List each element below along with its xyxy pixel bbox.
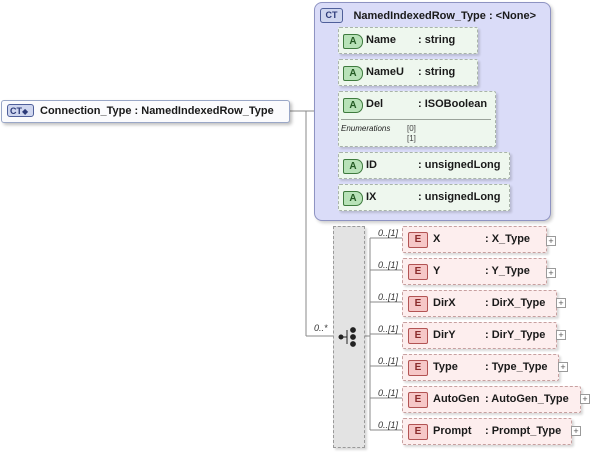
element-label: DirY (433, 329, 456, 341)
attribute-ix[interactable]: A IX : unsignedLong (338, 184, 510, 211)
element-occurrence: 0..[1] (378, 420, 399, 430)
attribute-name[interactable]: A Name : string (338, 27, 478, 54)
attribute-label: Name (366, 34, 396, 46)
element-type: : DirX_Type (485, 297, 546, 309)
element-prompt[interactable]: E Prompt : Prompt_Type (402, 418, 572, 445)
attribute-nameu[interactable]: A NameU : string (338, 59, 478, 86)
attribute-del[interactable]: A Del : ISOBoolean Enumerations [0] [1] (338, 91, 496, 147)
element-icon: E (408, 424, 428, 440)
element-type: : Type_Type (485, 361, 548, 373)
attribute-id[interactable]: A ID : unsignedLong (338, 152, 510, 179)
expand-icon[interactable]: + (546, 236, 556, 246)
element-occurrence: 0..[1] (378, 260, 399, 270)
element-label: AutoGen (433, 393, 480, 405)
element-occurrence: 0..[1] (378, 388, 399, 398)
enum-value: [1] (407, 134, 416, 143)
complex-type-icon: CT (320, 8, 343, 24)
element-icon: E (408, 392, 428, 408)
element-occurrence: 0..[1] (378, 324, 399, 334)
enum-value: [0] (407, 124, 416, 133)
element-type: : AutoGen_Type (485, 393, 569, 405)
element-icon: E (408, 360, 428, 376)
attribute-type: : string (418, 34, 456, 46)
type-header: CT NamedIndexedRow_Type : <None> (320, 7, 536, 25)
element-icon: E (408, 296, 428, 312)
element-label: Prompt (433, 425, 472, 437)
element-type: : Prompt_Type (485, 425, 562, 437)
element-y[interactable]: E Y : Y_Type (402, 258, 547, 285)
element-type[interactable]: E Type : Type_Type (402, 354, 559, 381)
attribute-label: Del (366, 98, 384, 110)
expand-icon[interactable]: + (558, 362, 568, 372)
attribute-label: IX (366, 191, 377, 203)
element-label: Type (433, 361, 458, 373)
enumerations-label: Enumerations (341, 124, 391, 133)
element-x[interactable]: E X : X_Type (402, 226, 547, 253)
element-label: X (433, 233, 441, 245)
type-label: NamedIndexedRow_Type : <None> (353, 9, 537, 22)
attribute-label: NameU (366, 66, 404, 78)
element-occurrence: 0..[1] (378, 292, 399, 302)
enumeration-values: [0] [1] (407, 124, 416, 144)
attribute-icon: A (343, 159, 363, 174)
complex-type-icon: CT◆ (7, 104, 34, 117)
element-dirx[interactable]: E DirX : DirX_Type (402, 290, 557, 317)
element-type: : Y_Type (485, 265, 530, 277)
root-element-box[interactable]: CT◆ Connection_Type : NamedIndexedRow_Ty… (1, 100, 290, 123)
attribute-type: : unsignedLong (418, 159, 501, 171)
element-label: DirX (433, 297, 456, 309)
expand-icon[interactable]: + (546, 268, 556, 278)
expand-icon[interactable]: + (580, 394, 590, 404)
element-occurrence: 0..[1] (378, 356, 399, 366)
attribute-label: ID (366, 159, 377, 171)
element-type: : DirY_Type (485, 329, 546, 341)
attribute-type: : string (418, 66, 456, 78)
expand-icon[interactable]: + (556, 330, 566, 340)
element-type: : X_Type (485, 233, 531, 245)
sequence-icon (338, 327, 356, 347)
element-icon: E (408, 264, 428, 280)
sequence-occurrence: 0..* (314, 323, 328, 333)
element-label: Y (433, 265, 441, 277)
attribute-icon: A (343, 98, 363, 113)
root-element-label: Connection_Type : NamedIndexedRow_Type (40, 105, 274, 117)
element-icon: E (408, 232, 428, 248)
sequence-compositor[interactable] (333, 226, 365, 448)
attribute-type: : unsignedLong (418, 191, 501, 203)
attribute-icon: A (343, 66, 363, 81)
element-icon: E (408, 328, 428, 344)
expand-icon[interactable]: + (556, 298, 566, 308)
attribute-icon: A (343, 191, 363, 206)
element-autogen[interactable]: E AutoGen : AutoGen_Type (402, 386, 581, 413)
expand-icon[interactable]: + (571, 426, 581, 436)
element-occurrence: 0..[1] (378, 228, 399, 238)
attribute-icon: A (343, 34, 363, 49)
attribute-type: : ISOBoolean (418, 98, 488, 110)
divider (341, 119, 491, 120)
element-diry[interactable]: E DirY : DirY_Type (402, 322, 557, 349)
